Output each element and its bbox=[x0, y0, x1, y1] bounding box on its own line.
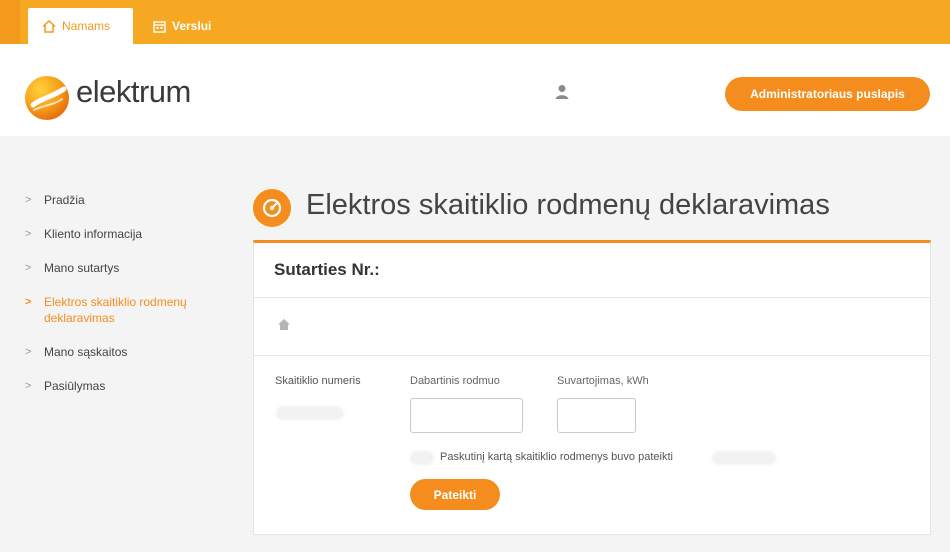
site-header: elektrum Administratoriaus puslapis bbox=[0, 44, 950, 136]
chevron-right-icon: > bbox=[25, 380, 32, 392]
sidebar-item-meter-declaration[interactable]: > Elektros skaitiklio rodmenų deklaravim… bbox=[24, 294, 234, 326]
sidebar-item-offer[interactable]: > Pasiūlymas bbox=[24, 378, 234, 394]
last-submission-redacted-prefix bbox=[410, 451, 434, 465]
sidebar-item-label: Pasiūlymas bbox=[44, 379, 106, 393]
home-icon bbox=[42, 19, 56, 33]
contract-number-heading: Sutarties Nr.: bbox=[254, 243, 930, 298]
user-icon[interactable] bbox=[555, 84, 569, 100]
sidebar-item-label: Mano sąskaitos bbox=[44, 345, 128, 359]
last-submission-note: Paskutinį kartą skaitiklio rodmenys buvo… bbox=[440, 451, 673, 463]
last-submission-redacted-date bbox=[712, 451, 776, 465]
tab-business-label: Verslui bbox=[172, 19, 212, 33]
current-reading-input[interactable] bbox=[410, 398, 523, 433]
sidebar-nav: > Pradžia > Kliento informacija > Mano s… bbox=[24, 192, 234, 412]
meter-number-label: Skaitiklio numeris bbox=[275, 375, 361, 387]
chevron-right-icon: > bbox=[25, 346, 32, 358]
sidebar-item-client-info[interactable]: > Kliento informacija bbox=[24, 226, 234, 242]
tab-business[interactable]: Verslui bbox=[153, 8, 211, 44]
page-title: Elektros skaitiklio rodmenų deklaravimas bbox=[306, 189, 830, 221]
address-row bbox=[254, 298, 930, 356]
submit-button[interactable]: Pateikti bbox=[410, 479, 500, 510]
sidebar-item-contracts[interactable]: > Mano sutartys bbox=[24, 260, 234, 276]
gauge-icon bbox=[253, 189, 291, 227]
chevron-right-icon: > bbox=[25, 296, 32, 308]
sidebar-item-label: Elektros skaitiklio rodmenų deklaravimas bbox=[44, 295, 187, 325]
meter-number-redacted bbox=[276, 406, 344, 420]
sidebar-item-invoices[interactable]: > Mano sąskaitos bbox=[24, 344, 234, 360]
tab-home[interactable]: Namams bbox=[28, 8, 133, 44]
top-tab-bar: Namams Verslui bbox=[0, 0, 950, 44]
sidebar-item-label: Mano sutartys bbox=[44, 261, 120, 275]
sidebar-item-label: Pradžia bbox=[44, 193, 85, 207]
chevron-right-icon: > bbox=[25, 228, 32, 240]
consumption-input[interactable] bbox=[557, 398, 636, 433]
brand-name: elektrum bbox=[76, 74, 191, 109]
calendar-icon bbox=[153, 20, 166, 33]
admin-page-button[interactable]: Administratoriaus puslapis bbox=[725, 77, 930, 111]
chevron-right-icon: > bbox=[25, 194, 32, 206]
chevron-right-icon: > bbox=[25, 262, 32, 274]
sidebar-item-home[interactable]: > Pradžia bbox=[24, 192, 234, 208]
consumption-label: Suvartojimas, kWh bbox=[557, 375, 649, 387]
elektrum-logo-icon[interactable] bbox=[24, 75, 70, 121]
home-icon bbox=[278, 319, 290, 330]
tab-home-label: Namams bbox=[62, 19, 111, 33]
declaration-panel: Sutarties Nr.: bbox=[253, 240, 931, 535]
sidebar-item-label: Kliento informacija bbox=[44, 227, 143, 241]
current-reading-label: Dabartinis rodmuo bbox=[410, 375, 500, 387]
topbar-stripe bbox=[0, 0, 20, 44]
